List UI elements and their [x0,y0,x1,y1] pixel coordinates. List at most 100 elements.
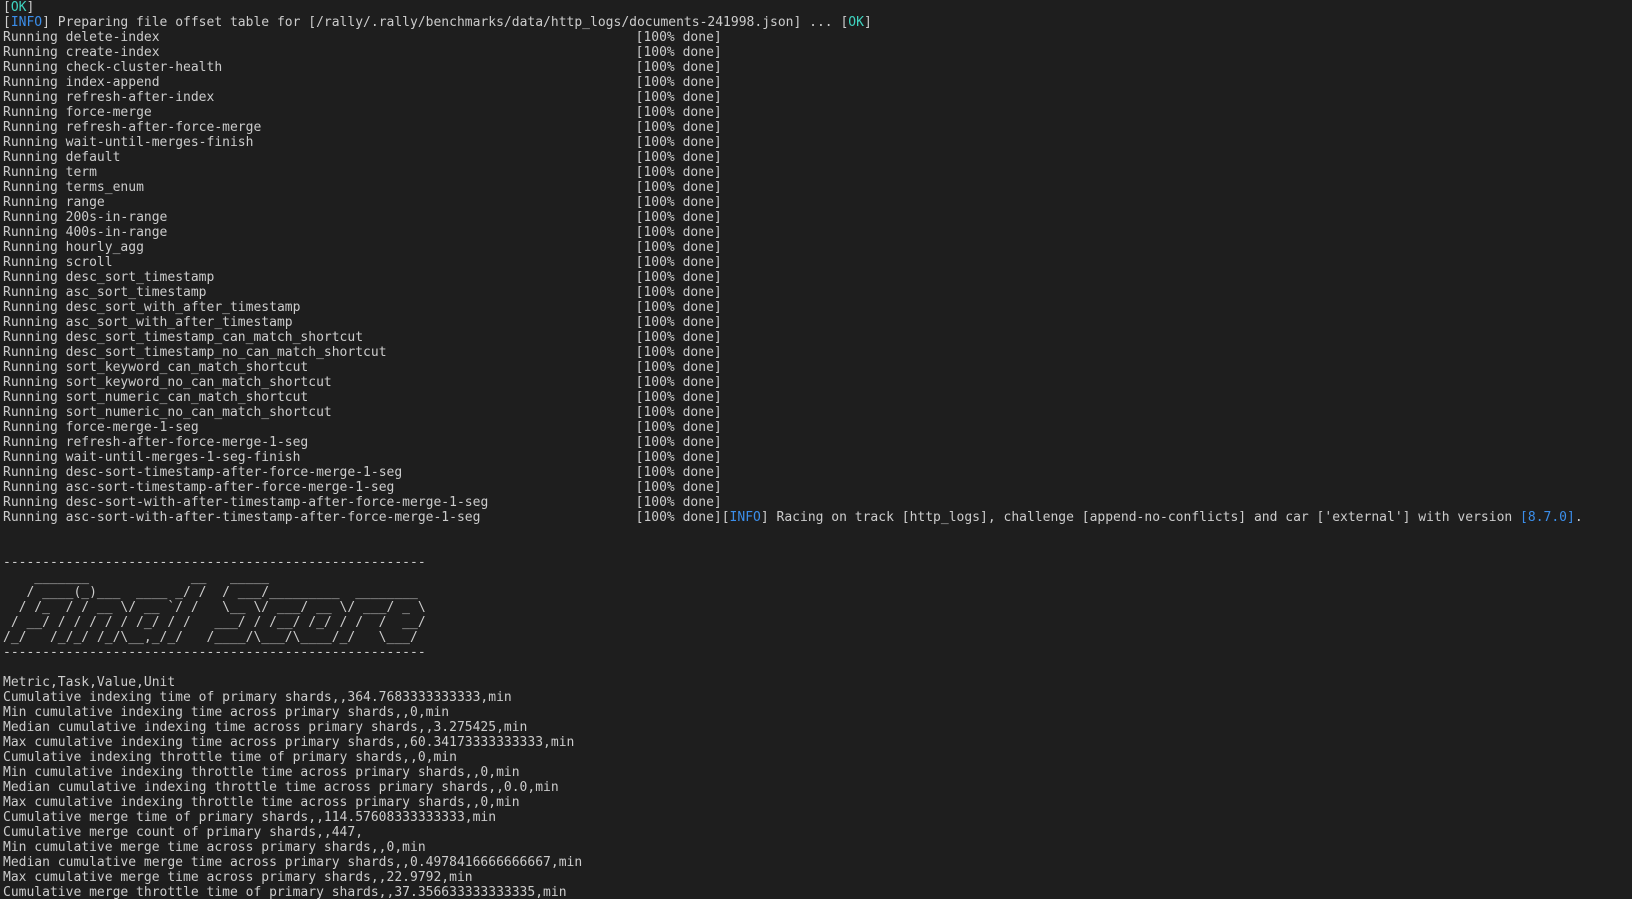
run-prefix: Running [3,315,66,330]
run-task-progress: [100% done] [635,480,722,495]
racing-info-tag: INFO [729,510,761,525]
run-task-name: asc_sort_with_after_timestamp [65,315,293,330]
run-task-row: Running sort_keyword_can_match_shortcut [… [3,360,1629,375]
run-task-name: desc-sort-timestamp-after-force-merge-1-… [65,465,403,480]
run-task-row: Running sort_numeric_no_can_match_shortc… [3,405,1629,420]
run-task-row: Running 400s-in-range [100% done] [3,225,1629,240]
run-task-name: index-append [65,75,160,90]
results-row: Median cumulative indexing time across p… [3,720,528,735]
run-task-progress: [100% done] [635,375,722,390]
results-header: Metric,Task,Value,Unit [3,675,176,690]
run-task-name: range [65,195,105,210]
run-prefix: Running [3,450,66,465]
racing-version: [8.7.0] [1520,510,1575,525]
run-task-name: asc-sort-with-after-timestamp-after-forc… [65,510,481,525]
run-task-progress: [100% done] [635,225,722,240]
run-task-row: Running term [100% done] [3,165,1629,180]
run-task-name: desc_sort_timestamp_no_can_match_shortcu… [65,345,387,360]
run-task-name: force-merge [65,105,152,120]
results-row: Min cumulative merge time across primary… [3,840,426,855]
run-task-row: Running range [100% done] [3,195,1629,210]
results-row: Min cumulative indexing time across prim… [3,705,450,720]
run-task-row: Running asc-sort-timestamp-after-force-m… [3,480,1629,495]
run-task-row: Running desc_sort_timestamp [100% done] [3,270,1629,285]
run-task-name: terms_enum [65,180,144,195]
run-task-name: default [65,150,121,165]
offset-message: Preparing file offset table for [/rally/… [49,15,841,30]
run-task-name: desc-sort-with-after-timestamp-after-for… [65,495,489,510]
run-task-name: refresh-after-force-merge [65,120,262,135]
run-task-progress: [100% done] [635,510,722,525]
run-task-progress: [100% done] [635,360,722,375]
info-status-tag: INFO [10,15,43,30]
run-task-row: Running refresh-after-force-merge [100% d… [3,120,1629,135]
results-row: Cumulative merge throttle time of primar… [3,885,567,899]
run-task-progress: [100% done] [635,420,722,435]
run-task-name: force-merge-1-seg [65,420,199,435]
run-prefix: Running [3,435,66,450]
run-task-name: check-cluster-health [65,60,223,75]
run-task-progress: [100% done] [635,330,722,345]
run-prefix: Running [3,390,66,405]
run-task-progress: [100% done] [635,255,722,270]
run-task-name: desc_sort_with_after_timestamp [65,300,301,315]
run-task-name: scroll [65,255,113,270]
run-task-row: Running refresh-after-force-merge-1-seg [… [3,435,1629,450]
run-task-name: desc_sort_timestamp_can_match_shortcut [65,330,364,345]
ok-status-line: [OK] [3,0,35,15]
run-prefix: Running [3,495,66,510]
run-prefix: Running [3,330,66,345]
results-row: Cumulative merge time of primary shards,… [3,810,497,825]
run-task-name: wait-until-merges-finish [65,135,254,150]
banner-art-line: / __/ / / / / / /_/ / / ___/ / /__/ /_/ … [3,615,426,630]
run-prefix: Running [3,60,66,75]
terminal-window[interactable]: [OK] [INFO] Preparing file offset table … [0,0,1632,899]
run-task-row: Running desc_sort_with_after_timestamp [1… [3,300,1629,315]
run-prefix: Running [3,105,66,120]
run-task-list: Running delete-index [100% done] Running c… [3,30,1629,525]
results-row: Median cumulative indexing throttle time… [3,780,559,795]
run-task-progress: [100% done] [635,465,722,480]
run-task-row: Running force-merge [100% done] [3,105,1629,120]
run-prefix: Running [3,165,66,180]
offset-result-tag: OK [848,15,864,30]
banner-separator-bottom: ----------------------------------------… [3,645,426,660]
run-task-row: Running asc_sort_with_after_timestamp [10… [3,315,1629,330]
run-task-progress: [100% done] [635,210,722,225]
run-task-row: Running desc_sort_timestamp_no_can_match… [3,345,1629,360]
run-prefix: Running [3,90,66,105]
run-task-progress: [100% done] [635,135,722,150]
racing-message: Racing on track [http_logs], challenge [… [768,510,1521,525]
results-row: Cumulative indexing throttle time of pri… [3,750,457,765]
run-prefix: Running [3,420,66,435]
run-task-row: Running force-merge-1-seg [100% done] [3,420,1629,435]
run-task-row: Running sort_numeric_can_match_shortcut [… [3,390,1629,405]
run-prefix: Running [3,405,66,420]
run-task-row: Running wait-until-merges-1-seg-finish [1… [3,450,1629,465]
run-task-row: Running default [100% done] [3,150,1629,165]
results-row: Max cumulative merge time across primary… [3,870,473,885]
run-prefix: Running [3,270,66,285]
banner-separator-top: ----------------------------------------… [3,555,426,570]
run-task-name: refresh-after-index [65,90,215,105]
run-prefix: Running [3,360,66,375]
run-task-row: Running desc-sort-with-after-timestamp-a… [3,495,1629,510]
run-task-progress: [100% done] [635,495,722,510]
banner-art-line: / ____(_)___ ____ _/ / / ___/_________ _… [3,585,418,600]
run-task-name: delete-index [65,30,160,45]
results-row: Max cumulative indexing throttle time ac… [3,795,520,810]
run-prefix: Running [3,75,66,90]
final-score-banner: _______ __ _____ / ____(_)___ ____ _/ / … [3,570,1629,645]
run-task-row: Running asc-sort-with-after-timestamp-af… [3,510,1583,525]
run-task-name: create-index [65,45,160,60]
run-task-progress: [100% done] [635,30,722,45]
racing-suffix: . [1574,510,1583,525]
run-task-progress: [100% done] [635,390,722,405]
results-table: Cumulative indexing time of primary shar… [3,690,1629,899]
run-prefix: Running [3,465,66,480]
run-prefix: Running [3,135,66,150]
run-task-name: refresh-after-force-merge-1-seg [65,435,309,450]
run-task-progress: [100% done] [635,120,722,135]
banner-art-line: / /_ / / __ \/ __ `/ / \__ \/ ___/ __ \/… [3,600,426,615]
